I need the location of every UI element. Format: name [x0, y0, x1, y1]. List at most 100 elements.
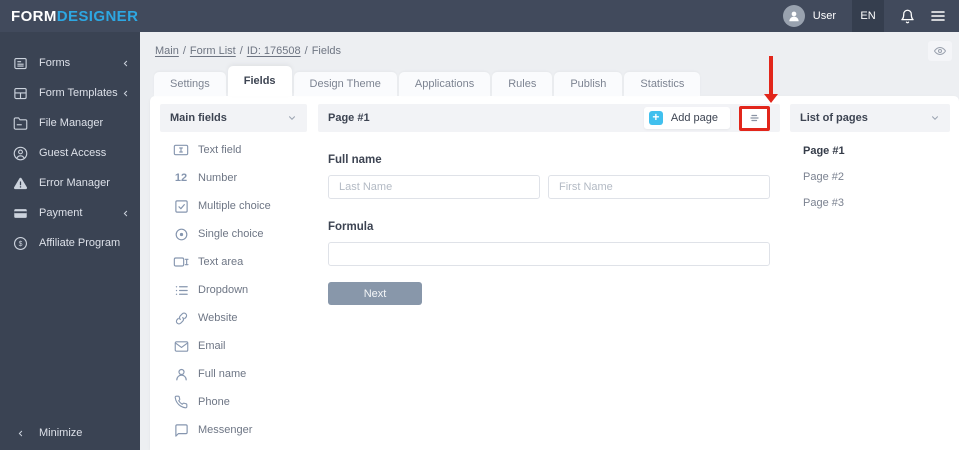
- sidebar-item-label: Affiliate Program: [39, 237, 121, 249]
- field-type-text-area[interactable]: Text area: [160, 248, 307, 276]
- field-type-label: Text area: [198, 256, 244, 268]
- chevron-down-icon: [930, 113, 940, 123]
- plus-icon: +: [648, 111, 663, 125]
- first-name-input[interactable]: [548, 175, 770, 199]
- main-fields-panel: Main fields Text field 12 Number Multipl…: [160, 104, 307, 444]
- list-of-pages-panel: List of pages Page #1 Page #2 Page #3: [790, 104, 950, 216]
- list-of-pages-header[interactable]: List of pages: [790, 104, 950, 132]
- sidebar-item-label: Guest Access: [39, 147, 107, 159]
- tab-design-theme[interactable]: Design Theme: [293, 72, 397, 96]
- sidebar-item-form-templates[interactable]: Form Templates: [0, 78, 140, 108]
- affiliate-program-icon: $: [12, 236, 29, 251]
- tab-bar: Settings Fields Design Theme Application…: [154, 66, 702, 96]
- sidebar-item-forms[interactable]: Forms: [0, 48, 140, 78]
- sidebar-item-error-manager[interactable]: Error Manager: [0, 168, 140, 198]
- field-type-single-choice[interactable]: Single choice: [160, 220, 307, 248]
- number-icon: 12: [174, 172, 188, 184]
- field-type-full-name[interactable]: Full name: [160, 360, 307, 388]
- page-editor-panel: Page #1 + Add page Full name Last Name F…: [318, 104, 780, 305]
- field-type-messenger[interactable]: Messenger: [160, 416, 307, 444]
- user-menu-label[interactable]: User: [813, 10, 836, 22]
- field-type-label: Messenger: [198, 424, 253, 436]
- field-type-dropdown[interactable]: Dropdown: [160, 276, 307, 304]
- add-page-label: Add page: [670, 112, 718, 124]
- page-list-item-1[interactable]: Page #1: [790, 138, 950, 164]
- field-type-number[interactable]: 12 Number: [160, 164, 307, 192]
- formula-input[interactable]: [328, 242, 770, 266]
- sidebar: Forms Form Templates File Manager Guest …: [0, 32, 140, 450]
- field-type-phone[interactable]: Phone: [160, 388, 307, 416]
- chevron-down-icon: [287, 113, 297, 123]
- fields-editor-card: Main fields Text field 12 Number Multipl…: [150, 96, 959, 450]
- sidebar-item-payment[interactable]: Payment: [0, 198, 140, 228]
- formdesigner-app: FORMDESIGNER User EN Forms Form Template…: [0, 0, 959, 450]
- email-icon: [172, 339, 190, 354]
- list-of-pages-title: List of pages: [800, 112, 868, 124]
- field-type-label: Multiple choice: [198, 200, 271, 212]
- app-logo[interactable]: FORMDESIGNER: [0, 8, 140, 25]
- formula-label: Formula: [328, 221, 374, 233]
- chevron-left-icon: [121, 59, 130, 68]
- form-templates-icon: [12, 86, 29, 101]
- page-list-item-2[interactable]: Page #2: [790, 164, 950, 190]
- pages-list-toggle-button[interactable]: [742, 108, 767, 128]
- tab-applications[interactable]: Applications: [398, 72, 491, 96]
- field-type-label: Email: [198, 340, 226, 352]
- chevron-left-icon: [121, 209, 130, 218]
- notifications-button[interactable]: [900, 9, 915, 24]
- add-page-button[interactable]: + Add page: [643, 107, 730, 129]
- sidebar-item-label: Error Manager: [39, 177, 110, 189]
- person-icon: [172, 367, 190, 382]
- field-type-text-field[interactable]: Text field: [160, 136, 307, 164]
- full-name-label: Full name: [328, 154, 382, 166]
- sidebar-item-guest-access[interactable]: Guest Access: [0, 138, 140, 168]
- breadcrumb-link-form-id[interactable]: ID: 176508: [247, 45, 301, 57]
- annotation-highlight-box: [739, 105, 770, 131]
- sidebar-item-label: Forms: [39, 57, 71, 69]
- tab-publish[interactable]: Publish: [554, 72, 623, 96]
- file-manager-icon: [12, 116, 29, 131]
- field-type-label: Number: [198, 172, 238, 184]
- sidebar-item-label: Form Templates: [39, 87, 118, 99]
- page-header: Page #1 + Add page: [318, 104, 780, 132]
- field-type-label: Single choice: [198, 228, 264, 240]
- full-name-row: [328, 175, 780, 199]
- tab-settings[interactable]: Settings: [154, 72, 226, 96]
- main-menu-button[interactable]: [929, 8, 947, 24]
- sidebar-minimize-button[interactable]: Minimize: [0, 418, 140, 448]
- pages-list-icon: [749, 114, 759, 122]
- breadcrumb-link-form-list[interactable]: Form List: [190, 45, 236, 57]
- preview-button[interactable]: [928, 41, 952, 61]
- language-selector[interactable]: EN: [852, 0, 884, 32]
- main-fields-header[interactable]: Main fields: [160, 104, 307, 132]
- field-type-email[interactable]: Email: [160, 332, 307, 360]
- hamburger-icon: [931, 11, 945, 21]
- checkbox-icon: [172, 199, 190, 214]
- breadcrumb-link-main[interactable]: Main: [155, 45, 179, 57]
- next-button[interactable]: Next: [328, 282, 422, 305]
- field-type-label: Phone: [198, 396, 230, 408]
- chevron-left-icon: [121, 89, 130, 98]
- page-list-item-3[interactable]: Page #3: [790, 190, 950, 216]
- form-preview: Full name Formula Next: [318, 132, 780, 305]
- field-type-website[interactable]: Website: [160, 304, 307, 332]
- dropdown-icon: [172, 283, 190, 298]
- field-type-multiple-choice[interactable]: Multiple choice: [160, 192, 307, 220]
- pages-list: Page #1 Page #2 Page #3: [790, 132, 950, 216]
- forms-icon: [12, 56, 29, 71]
- sidebar-item-affiliate-program[interactable]: $ Affiliate Program: [0, 228, 140, 258]
- payment-icon: [12, 206, 29, 221]
- tab-fields[interactable]: Fields: [227, 66, 292, 96]
- tab-rules[interactable]: Rules: [492, 72, 553, 96]
- text-field-icon: [172, 142, 190, 158]
- sidebar-item-file-manager[interactable]: File Manager: [0, 108, 140, 138]
- sidebar-item-label: Payment: [39, 207, 83, 219]
- svg-text:$: $: [19, 241, 23, 248]
- breadcrumb-current: Fields: [311, 45, 342, 57]
- last-name-input[interactable]: [328, 175, 540, 199]
- text-area-icon: [172, 254, 190, 270]
- tab-statistics[interactable]: Statistics: [624, 72, 701, 96]
- topbar-right: User EN: [782, 0, 959, 32]
- avatar[interactable]: [782, 5, 805, 27]
- minimize-label: Minimize: [39, 427, 83, 439]
